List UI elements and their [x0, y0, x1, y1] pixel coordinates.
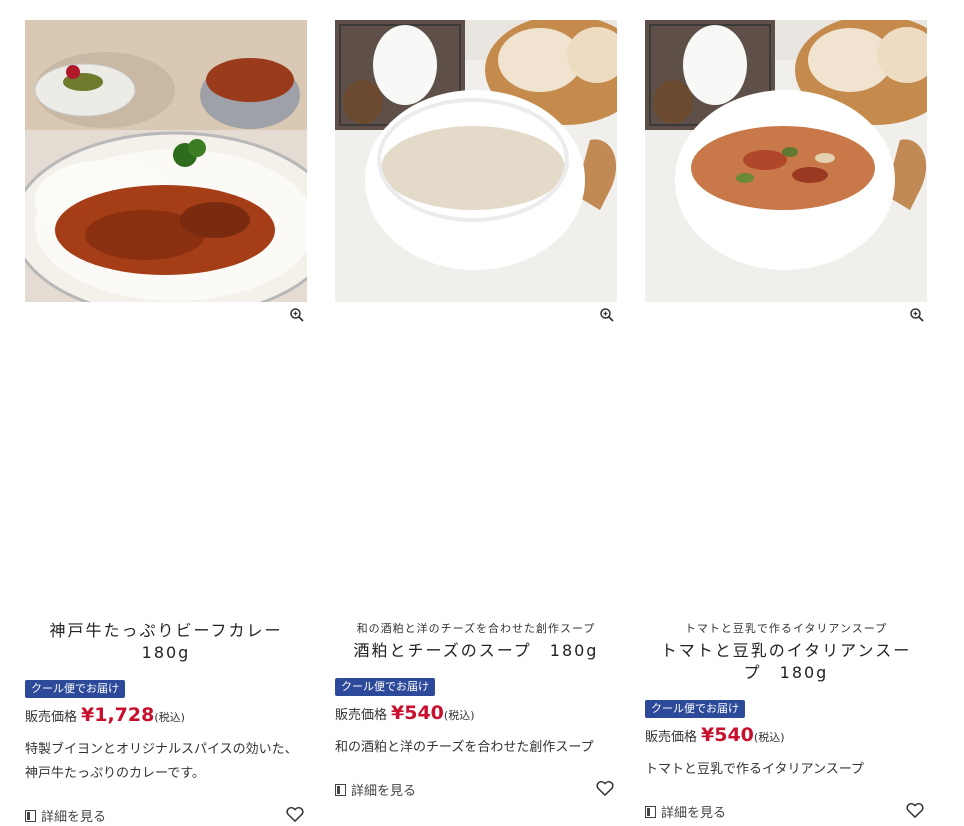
price-row: 販売価格 ¥1,728(税込) [25, 704, 307, 726]
document-icon [25, 809, 36, 822]
product-name[interactable]: 酒粕とチーズのスープ 180g [335, 640, 617, 662]
price-label: 販売価格 [645, 730, 698, 745]
price-value: ¥1,728 [81, 704, 155, 726]
heart-icon[interactable] [285, 804, 305, 824]
detail-link[interactable]: 詳細を見る [335, 780, 416, 799]
product-subtitle: 和の酒粕と洋のチーズを合わせた創作スープ [356, 622, 596, 635]
detail-link[interactable]: 詳細を見る [25, 806, 106, 825]
tax-label: (税込) [154, 711, 185, 724]
zoom-in-icon[interactable] [289, 307, 305, 323]
detail-label: 詳細を見る [351, 784, 417, 799]
product-subtitle: トマトと豆乳で作るイタリアンスープ [684, 622, 888, 635]
price-row: 販売価格 ¥540(税込) [335, 702, 617, 724]
cool-delivery-badge: クール便でお届け [335, 678, 435, 696]
product-grid: 神戸牛たっぷりビーフカレー 180g クール便でお届け 販売価格 ¥1,728(税… [0, 0, 964, 825]
product-description: トマトと豆乳で作るイタリアンスープ [645, 762, 864, 777]
detail-label: 詳細を見る [661, 806, 727, 821]
price-label: 販売価格 [335, 708, 388, 723]
zoom-in-icon[interactable] [909, 307, 925, 323]
zoom-in-icon[interactable] [599, 307, 615, 323]
tax-label: (税込) [753, 731, 785, 744]
price-value: ¥540 [391, 702, 444, 724]
product-card: 和の酒粕と洋のチーズを合わせた創作スープ 酒粕とチーズのスープ 180g クール… [335, 20, 617, 800]
product-description: 特製ブイヨンとオリジナルスパイスの効いた、神戸牛たっぷりのカレーです。 [25, 742, 298, 781]
price-row: 販売価格 ¥540(税込) [645, 724, 927, 746]
detail-label: 詳細を見る [41, 810, 107, 825]
cool-delivery-badge: クール便でお届け [25, 680, 125, 698]
detail-link[interactable]: 詳細を見る [645, 802, 726, 821]
price-label: 販売価格 [25, 710, 78, 725]
tax-label: (税込) [443, 709, 475, 722]
card-actions: 詳細を見る [25, 804, 307, 826]
document-icon [645, 805, 656, 818]
document-icon [335, 783, 346, 796]
product-description: 和の酒粕と洋のチーズを合わせた創作スープ [335, 740, 594, 755]
heart-icon[interactable] [595, 778, 615, 798]
product-name[interactable]: 神戸牛たっぷりビーフカレー 180g [25, 620, 307, 664]
product-card: トマトと豆乳で作るイタリアンスープ トマトと豆乳のイタリアンスープ 180g ク… [645, 20, 927, 822]
card-actions: 詳細を見る [645, 800, 927, 822]
product-image-tomato-soy-soup[interactable] [645, 20, 927, 302]
product-image-sake-cheese-soup[interactable] [335, 20, 617, 302]
product-image-beef-curry[interactable] [25, 20, 307, 302]
product-name[interactable]: トマトと豆乳のイタリアンスープ 180g [645, 640, 927, 684]
heart-icon[interactable] [905, 800, 925, 820]
cool-delivery-badge: クール便でお届け [645, 700, 745, 718]
card-actions: 詳細を見る [335, 778, 617, 800]
product-card: 神戸牛たっぷりビーフカレー 180g クール便でお届け 販売価格 ¥1,728(税… [25, 20, 307, 826]
price-value: ¥540 [701, 724, 754, 746]
